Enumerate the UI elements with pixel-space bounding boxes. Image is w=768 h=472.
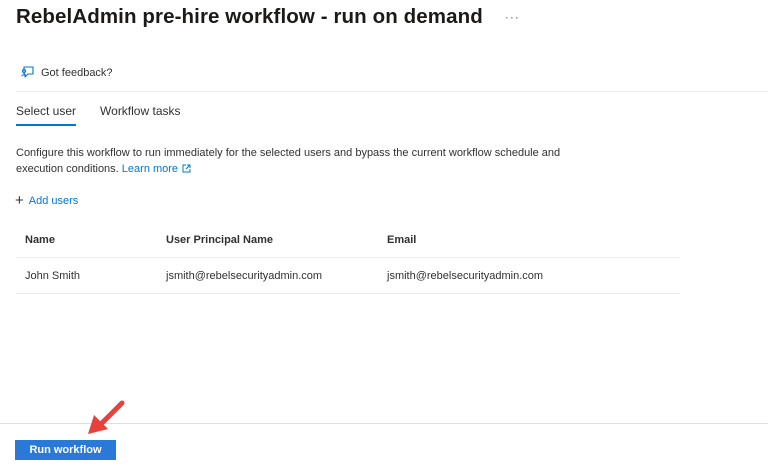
- page-header: RebelAdmin pre-hire workflow - run on de…: [16, 5, 522, 29]
- column-header-name: Name: [25, 233, 55, 246]
- feedback-label: Got feedback?: [41, 66, 113, 79]
- learn-more-label: Learn more: [121, 162, 179, 175]
- page-title: RebelAdmin pre-hire workflow - run on de…: [16, 5, 483, 28]
- more-options-button[interactable]: ···: [503, 8, 522, 26]
- run-workflow-button[interactable]: Run workflow: [15, 440, 116, 460]
- tab-workflow-tasks[interactable]: Workflow tasks: [100, 104, 180, 126]
- table-row[interactable]: John Smith jsmith@rebelsecurityadmin.com…: [16, 258, 680, 294]
- add-users-button[interactable]: + Add users: [15, 192, 79, 209]
- table-header-row: Name User Principal Name Email: [16, 222, 680, 258]
- column-header-upn: User Principal Name: [166, 233, 273, 246]
- command-bar-divider: [16, 91, 768, 92]
- users-table: Name User Principal Name Email John Smit…: [16, 222, 680, 294]
- cell-email: jsmith@rebelsecurityadmin.com: [387, 269, 544, 282]
- learn-more-link[interactable]: Learn more: [122, 163, 191, 175]
- add-users-label: Add users: [28, 195, 79, 207]
- description-text: Configure this workflow to run immediate…: [16, 147, 561, 175]
- annotation-arrow-icon: [88, 400, 125, 434]
- feedback-button[interactable]: Got feedback?: [21, 66, 113, 79]
- plus-icon: +: [15, 192, 24, 209]
- external-link-icon: [182, 164, 191, 172]
- cell-name: John Smith: [25, 269, 81, 282]
- description: Configure this workflow to run immediate…: [16, 146, 576, 177]
- feedback-icon: [21, 66, 34, 78]
- cell-upn: jsmith@rebelsecurityadmin.com: [166, 269, 323, 282]
- tab-bar: Select user Workflow tasks: [16, 104, 205, 126]
- tab-select-user[interactable]: Select user: [16, 104, 77, 126]
- column-header-email: Email: [387, 233, 417, 246]
